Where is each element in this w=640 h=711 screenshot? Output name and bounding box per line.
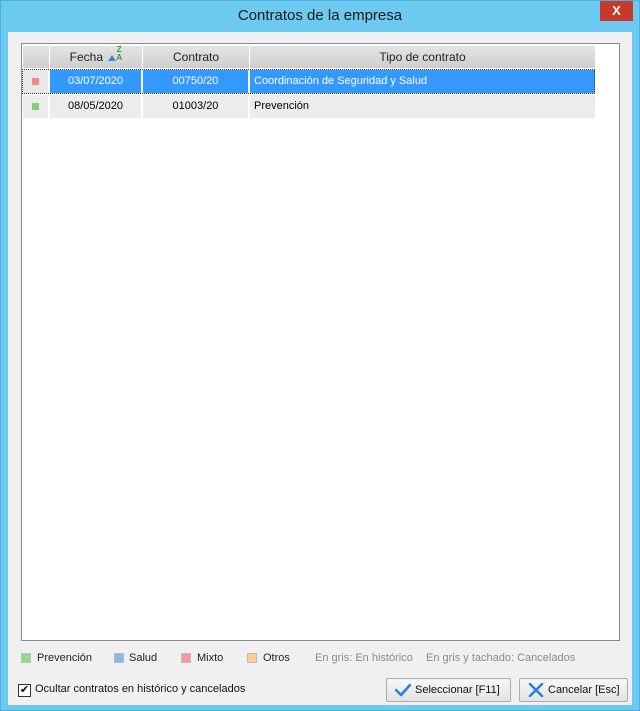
select-button[interactable]: Seleccionar [F11] [386, 678, 511, 702]
cancel-button[interactable]: Cancelar [Esc] [519, 678, 628, 702]
cell-contrato: 01003/20 [143, 95, 250, 118]
column-header-fecha[interactable]: Fecha ZA [50, 45, 143, 68]
row-color-cell [23, 95, 50, 118]
dialog-content: Fecha ZA Contrato Tipo de contrato 03/07… [8, 32, 632, 705]
select-button-label: Seleccionar [F11] [415, 684, 500, 696]
cell-tipo: Prevención [250, 95, 595, 118]
legend-label: Otros [263, 652, 290, 664]
hide-contracts-checkbox[interactable]: ✔ [18, 684, 31, 697]
hide-contracts-label[interactable]: Ocultar contratos en histórico y cancela… [35, 683, 245, 695]
column-header-color [23, 46, 50, 68]
cell-fecha: 03/07/2020 [50, 70, 143, 93]
legend-label: Mixto [197, 652, 224, 664]
column-header-tipo[interactable]: Tipo de contrato [250, 46, 595, 68]
checkmark-icon [395, 683, 411, 697]
checkmark-icon: ✔ [19, 684, 30, 696]
legend-salud-icon [114, 653, 124, 663]
legend-mixto-icon [181, 653, 191, 663]
legend-note-cancelled: En gris y tachado: Cancelados [426, 652, 576, 664]
window-title: Contratos de la empresa [237, 7, 403, 24]
cell-tipo: Coordinación de Seguridad y Salud [250, 70, 595, 93]
color-legend: Prevención Salud Mixto Otros En gris: En… [21, 650, 621, 666]
table-row[interactable]: 03/07/2020 00750/20 Coordinación de Segu… [23, 70, 595, 93]
column-header-contrato[interactable]: Contrato [143, 46, 250, 68]
table-row[interactable]: 08/05/2020 01003/20 Prevención [23, 95, 595, 118]
cancel-button-label: Cancelar [Esc] [548, 684, 620, 696]
grid-header: Fecha ZA Contrato Tipo de contrato [23, 45, 595, 68]
cell-contrato: 00750/20 [143, 70, 250, 93]
category-color-icon [32, 78, 39, 85]
legend-otros-icon [247, 653, 257, 663]
sort-ascending-icon: ZA [108, 45, 122, 64]
close-button[interactable]: X [600, 1, 633, 21]
column-header-fecha-label: Fecha [69, 50, 103, 64]
dialog-window: Contratos de la empresa X Fecha ZA Contr… [0, 0, 640, 711]
contracts-grid: Fecha ZA Contrato Tipo de contrato 03/07… [21, 43, 620, 641]
row-color-cell [23, 70, 50, 93]
legend-prevencion-icon [21, 653, 31, 663]
legend-label: Prevención [37, 652, 93, 664]
close-icon [528, 683, 544, 697]
grid-rows: 03/07/2020 00750/20 Coordinación de Segu… [23, 70, 595, 120]
legend-label: Salud [129, 652, 158, 664]
title-bar[interactable]: Contratos de la empresa X [1, 1, 639, 32]
legend-note-historic: En gris: En histórico [315, 652, 413, 664]
cell-fecha: 08/05/2020 [50, 95, 143, 118]
category-color-icon [32, 103, 39, 110]
